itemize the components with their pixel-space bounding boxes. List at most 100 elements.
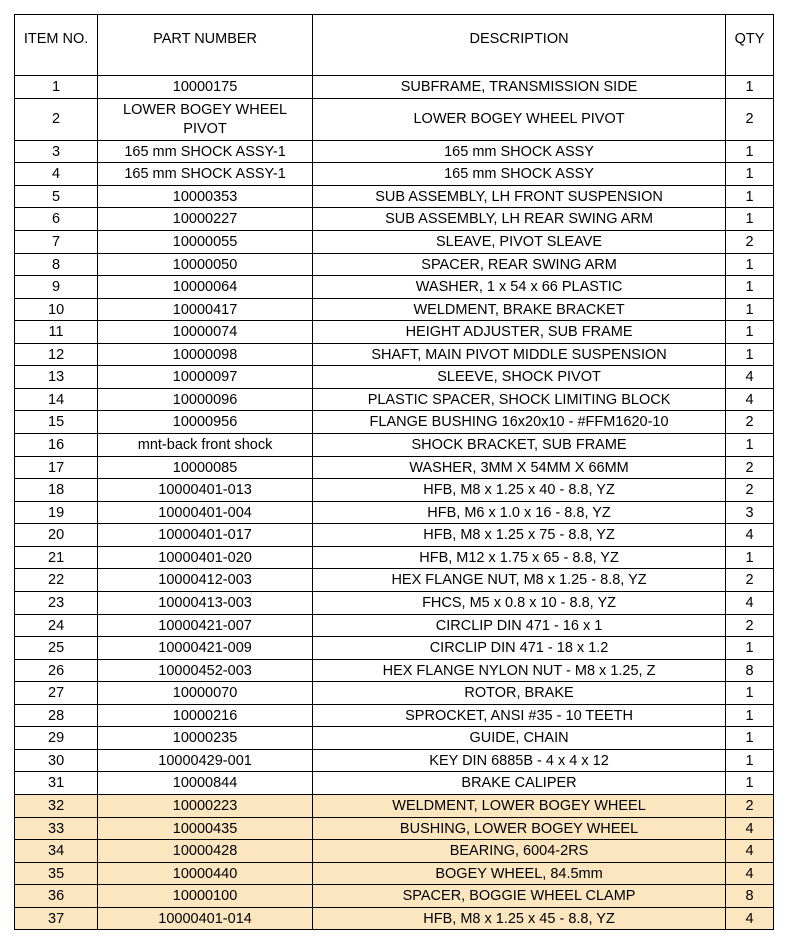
cell-desc: HEX FLANGE NUT, M8 x 1.25 - 8.8, YZ bbox=[312, 569, 725, 592]
cell-part: 10000097 bbox=[98, 366, 313, 389]
table-row: 1910000401-004HFB, M6 x 1.0 x 16 - 8.8, … bbox=[15, 501, 774, 524]
cell-item: 16 bbox=[15, 434, 98, 457]
table-row: 2110000401-020HFB, M12 x 1.75 x 65 - 8.8… bbox=[15, 546, 774, 569]
cell-qty: 2 bbox=[726, 98, 774, 140]
cell-item: 26 bbox=[15, 659, 98, 682]
cell-qty: 1 bbox=[726, 321, 774, 344]
cell-part: 10000098 bbox=[98, 343, 313, 366]
cell-desc: HFB, M12 x 1.75 x 65 - 8.8, YZ bbox=[312, 546, 725, 569]
cell-qty: 4 bbox=[726, 388, 774, 411]
cell-desc: PLASTIC SPACER, SHOCK LIMITING BLOCK bbox=[312, 388, 725, 411]
cell-qty: 1 bbox=[726, 298, 774, 321]
cell-qty: 1 bbox=[726, 208, 774, 231]
cell-qty: 1 bbox=[726, 343, 774, 366]
cell-part: 10000401-020 bbox=[98, 546, 313, 569]
cell-desc: ROTOR, BRAKE bbox=[312, 682, 725, 705]
cell-item: 4 bbox=[15, 163, 98, 186]
cell-item: 12 bbox=[15, 343, 98, 366]
table-row: 110000175SUBFRAME, TRANSMISSION SIDE1 bbox=[15, 76, 774, 99]
cell-part: 10000435 bbox=[98, 817, 313, 840]
cell-desc: WELDMENT, BRAKE BRACKET bbox=[312, 298, 725, 321]
table-row: 3010000429-001KEY DIN 6885B - 4 x 4 x 12… bbox=[15, 749, 774, 772]
cell-item: 7 bbox=[15, 230, 98, 253]
cell-item: 37 bbox=[15, 907, 98, 930]
cell-part: 165 mm SHOCK ASSY-1 bbox=[98, 163, 313, 186]
table-row: 2410000421-007CIRCLIP DIN 471 - 16 x 12 bbox=[15, 614, 774, 637]
cell-qty: 1 bbox=[726, 434, 774, 457]
cell-desc: WELDMENT, LOWER BOGEY WHEEL bbox=[312, 795, 725, 818]
cell-qty: 1 bbox=[726, 253, 774, 276]
cell-item: 3 bbox=[15, 140, 98, 163]
cell-item: 33 bbox=[15, 817, 98, 840]
cell-item: 36 bbox=[15, 885, 98, 908]
cell-qty: 1 bbox=[726, 637, 774, 660]
cell-qty: 1 bbox=[726, 772, 774, 795]
cell-qty: 1 bbox=[726, 140, 774, 163]
table-row: 1010000417WELDMENT, BRAKE BRACKET1 bbox=[15, 298, 774, 321]
header-qty: QTY bbox=[726, 15, 774, 76]
cell-qty: 1 bbox=[726, 546, 774, 569]
table-row: 510000353SUB ASSEMBLY, LH FRONT SUSPENSI… bbox=[15, 185, 774, 208]
cell-qty: 2 bbox=[726, 795, 774, 818]
cell-qty: 4 bbox=[726, 524, 774, 547]
cell-item: 15 bbox=[15, 411, 98, 434]
cell-part: 10000353 bbox=[98, 185, 313, 208]
table-row: 2710000070ROTOR, BRAKE1 bbox=[15, 682, 774, 705]
cell-item: 23 bbox=[15, 591, 98, 614]
cell-item: 8 bbox=[15, 253, 98, 276]
cell-qty: 1 bbox=[726, 185, 774, 208]
cell-part: 10000413-003 bbox=[98, 591, 313, 614]
cell-item: 9 bbox=[15, 276, 98, 299]
cell-desc: 165 mm SHOCK ASSY bbox=[312, 163, 725, 186]
table-row: 1210000098SHAFT, MAIN PIVOT MIDDLE SUSPE… bbox=[15, 343, 774, 366]
cell-part: 10000429-001 bbox=[98, 749, 313, 772]
cell-qty: 2 bbox=[726, 411, 774, 434]
cell-part: 10000175 bbox=[98, 76, 313, 99]
cell-item: 6 bbox=[15, 208, 98, 231]
cell-qty: 1 bbox=[726, 163, 774, 186]
cell-qty: 2 bbox=[726, 230, 774, 253]
cell-item: 10 bbox=[15, 298, 98, 321]
cell-desc: SLEAVE, PIVOT SLEAVE bbox=[312, 230, 725, 253]
cell-part: 10000428 bbox=[98, 840, 313, 863]
cell-item: 30 bbox=[15, 749, 98, 772]
table-row: 2210000412-003HEX FLANGE NUT, M8 x 1.25 … bbox=[15, 569, 774, 592]
cell-qty: 4 bbox=[726, 907, 774, 930]
cell-qty: 2 bbox=[726, 479, 774, 502]
table-row: 16mnt-back front shockSHOCK BRACKET, SUB… bbox=[15, 434, 774, 457]
table-row: 2610000452-003HEX FLANGE NYLON NUT - M8 … bbox=[15, 659, 774, 682]
table-row: 3410000428BEARING, 6004-2RS4 bbox=[15, 840, 774, 863]
cell-desc: HFB, M8 x 1.25 x 45 - 8.8, YZ bbox=[312, 907, 725, 930]
cell-desc: FHCS, M5 x 0.8 x 10 - 8.8, YZ bbox=[312, 591, 725, 614]
cell-part: 10000401-017 bbox=[98, 524, 313, 547]
table-row: 1710000085WASHER, 3MM X 54MM X 66MM2 bbox=[15, 456, 774, 479]
table-row: 1510000956FLANGE BUSHING 16x20x10 - #FFM… bbox=[15, 411, 774, 434]
table-row: 2910000235GUIDE, CHAIN1 bbox=[15, 727, 774, 750]
cell-item: 2 bbox=[15, 98, 98, 140]
cell-item: 28 bbox=[15, 704, 98, 727]
cell-item: 24 bbox=[15, 614, 98, 637]
cell-desc: SLEEVE, SHOCK PIVOT bbox=[312, 366, 725, 389]
cell-item: 20 bbox=[15, 524, 98, 547]
cell-item: 34 bbox=[15, 840, 98, 863]
cell-desc: HFB, M8 x 1.25 x 40 - 8.8, YZ bbox=[312, 479, 725, 502]
cell-desc: HFB, M6 x 1.0 x 16 - 8.8, YZ bbox=[312, 501, 725, 524]
cell-part: 10000070 bbox=[98, 682, 313, 705]
cell-desc: CIRCLIP DIN 471 - 18 x 1.2 bbox=[312, 637, 725, 660]
cell-desc: WASHER, 3MM X 54MM X 66MM bbox=[312, 456, 725, 479]
cell-part: 10000417 bbox=[98, 298, 313, 321]
cell-item: 19 bbox=[15, 501, 98, 524]
cell-part: 10000844 bbox=[98, 772, 313, 795]
table-row: 3610000100SPACER, BOGGIE WHEEL CLAMP8 bbox=[15, 885, 774, 908]
cell-part: 10000452-003 bbox=[98, 659, 313, 682]
cell-qty: 1 bbox=[726, 76, 774, 99]
cell-qty: 1 bbox=[726, 276, 774, 299]
cell-desc: BOGEY WHEEL, 84.5mm bbox=[312, 862, 725, 885]
cell-desc: 165 mm SHOCK ASSY bbox=[312, 140, 725, 163]
cell-part: 10000421-009 bbox=[98, 637, 313, 660]
cell-qty: 1 bbox=[726, 704, 774, 727]
cell-part: 10000401-013 bbox=[98, 479, 313, 502]
cell-qty: 4 bbox=[726, 591, 774, 614]
cell-desc: HEX FLANGE NYLON NUT - M8 x 1.25, Z bbox=[312, 659, 725, 682]
cell-part: 10000050 bbox=[98, 253, 313, 276]
